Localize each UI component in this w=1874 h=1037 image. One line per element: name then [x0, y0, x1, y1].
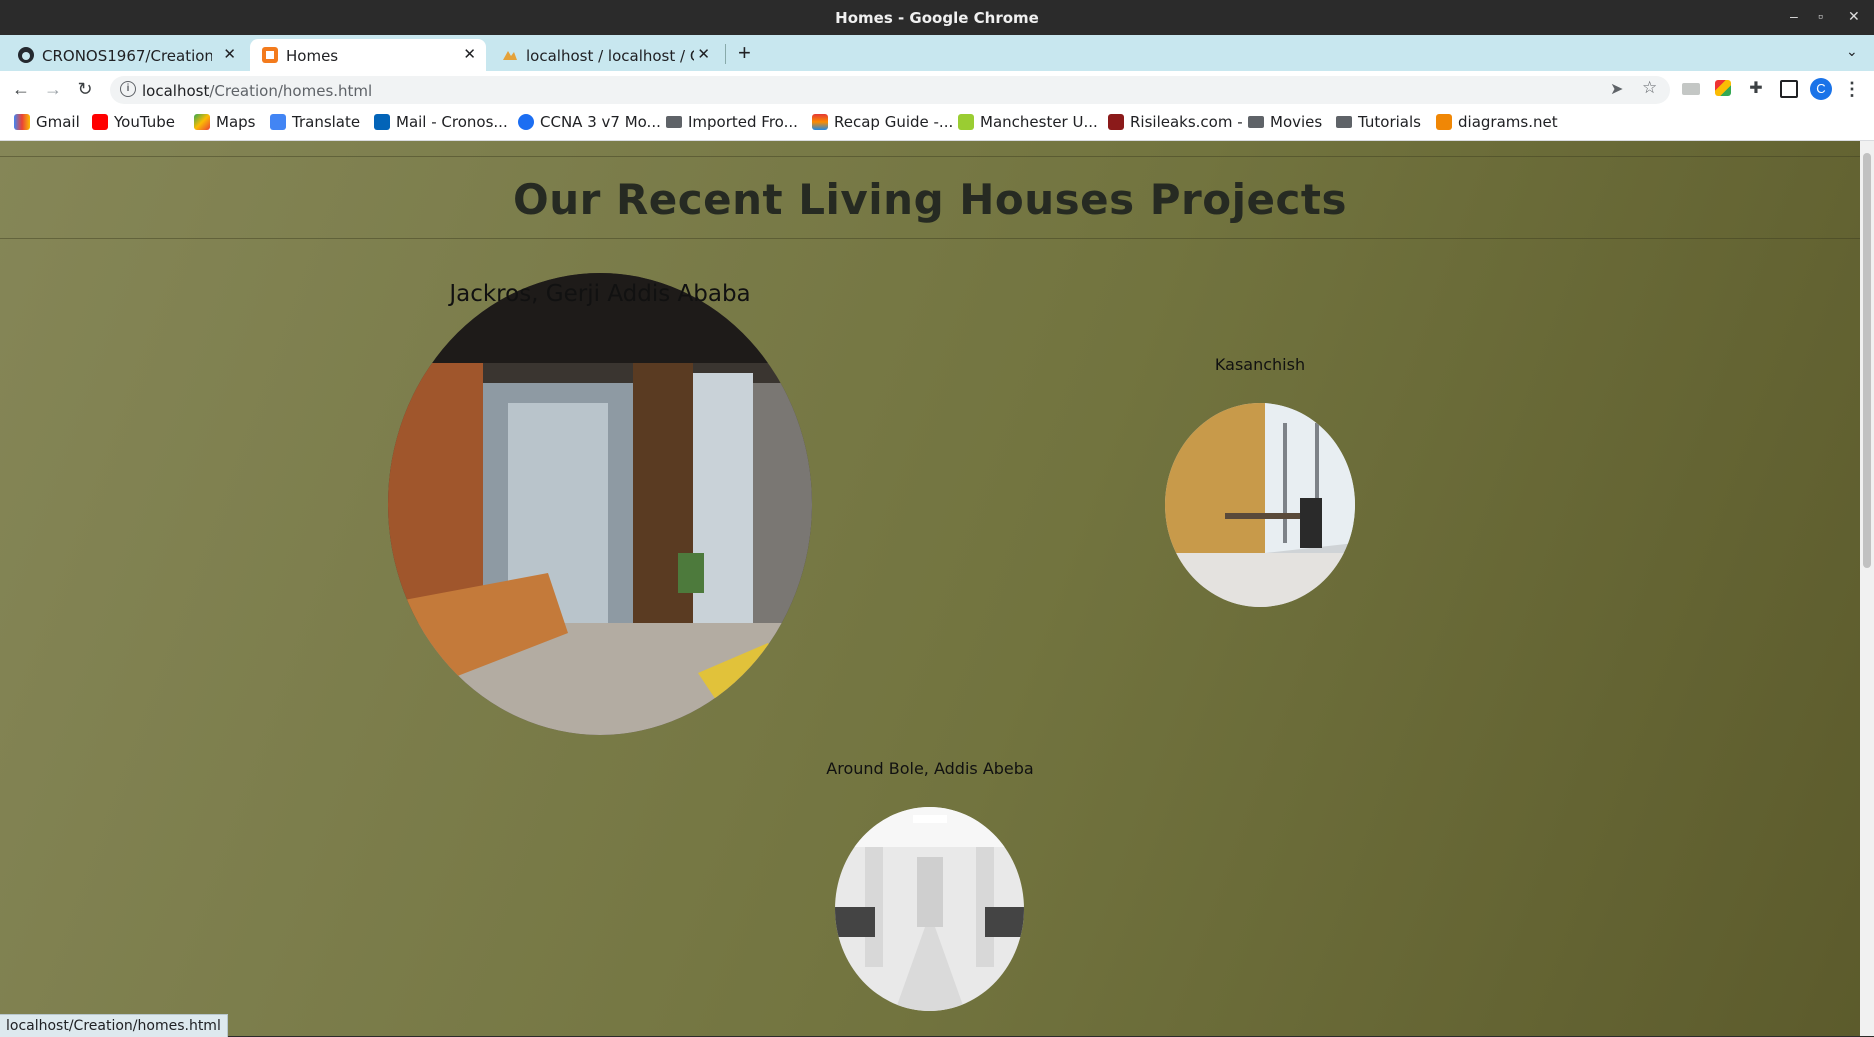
bookmarks-bar: Gmail YouTube Maps Translate Mail - Cron…: [0, 107, 1874, 141]
tab-close-icon[interactable]: ✕: [223, 45, 236, 63]
tab-github[interactable]: CRONOS1967/Creation: c ✕: [6, 39, 246, 71]
risileaks-icon: [1108, 114, 1124, 130]
bookmark-label: Movies: [1270, 113, 1323, 131]
extension-shield-icon[interactable]: [1715, 80, 1731, 96]
window-titlebar: Homes - Google Chrome – ▫ ✕: [0, 0, 1874, 35]
scrollbar-thumb[interactable]: [1863, 153, 1871, 568]
tab-close-icon[interactable]: ✕: [463, 45, 476, 63]
menu-kebab-icon[interactable]: ⋮: [1842, 79, 1862, 99]
office-interior-image: [388, 273, 812, 735]
tab-strip: CRONOS1967/Creation: c ✕ Homes ✕ localho…: [0, 35, 1874, 71]
page-heading: Our Recent Living Houses Projects: [513, 175, 1347, 224]
bookmark-manchester[interactable]: Manchester U...: [958, 113, 1098, 133]
bookmark-label: Tutorials: [1358, 113, 1421, 131]
tab-homes[interactable]: Homes ✕: [250, 39, 486, 71]
outlook-icon: [374, 114, 390, 130]
side-panel-icon[interactable]: [1780, 80, 1798, 98]
reload-icon[interactable]: ↻: [75, 79, 95, 99]
page-content: Our Recent Living Houses Projects Jackro…: [0, 141, 1860, 1036]
xampp-icon: [262, 47, 278, 63]
maps-icon: [194, 114, 210, 130]
send-tab-icon[interactable]: ➤: [1610, 79, 1623, 99]
new-tab-icon[interactable]: +: [738, 40, 751, 66]
bookmark-youtube[interactable]: YouTube: [92, 113, 175, 133]
bookmark-diagrams[interactable]: diagrams.net: [1436, 113, 1558, 133]
bookmark-maps[interactable]: Maps: [194, 113, 255, 133]
youtube-icon: [92, 114, 108, 130]
tab-phpmyadmin[interactable]: localhost / localhost / CO ✕: [490, 39, 720, 71]
back-icon[interactable]: ←: [11, 79, 31, 99]
divider: [0, 156, 1860, 157]
bookmark-translate[interactable]: Translate: [270, 113, 360, 133]
bookmark-tutorials[interactable]: Tutorials: [1336, 113, 1421, 133]
status-bubble: localhost/Creation/homes.html: [0, 1014, 228, 1037]
project-image-kasanchish[interactable]: [1165, 403, 1355, 607]
tab-search-icon[interactable]: ⌄: [1846, 43, 1858, 60]
forward-icon[interactable]: →: [43, 79, 63, 99]
tab-label: localhost / localhost / CO: [526, 47, 694, 65]
phpmyadmin-icon: [503, 51, 517, 60]
manchester-icon: [958, 114, 974, 130]
bookmark-label: Translate: [292, 113, 361, 131]
bookmark-label: Risileaks.com -: [1130, 113, 1243, 131]
folder-icon: [666, 116, 682, 128]
tab-label: Homes: [286, 47, 339, 65]
recap-icon: [812, 114, 828, 130]
bookmark-label: Imported Fro...: [688, 113, 798, 131]
divider: [0, 238, 1860, 239]
tab-label: CRONOS1967/Creation: c: [42, 47, 212, 65]
github-icon: [18, 47, 34, 63]
extension-icon[interactable]: [1682, 83, 1700, 95]
bookmark-label: Maps: [216, 113, 256, 131]
diagrams-icon: [1436, 114, 1452, 130]
gmail-icon: [14, 114, 30, 130]
bookmark-label: Gmail: [36, 113, 80, 131]
translate-icon: [270, 114, 286, 130]
bookmark-gmail[interactable]: Gmail: [14, 113, 80, 133]
url-host: localhost: [142, 82, 210, 100]
minimize-icon[interactable]: –: [1790, 8, 1798, 24]
bookmark-mail-cronos[interactable]: Mail - Cronos...: [374, 113, 508, 133]
folder-icon: [1336, 116, 1352, 128]
bookmark-label: Recap Guide -...: [834, 113, 954, 131]
tab-close-icon[interactable]: ✕: [697, 45, 710, 63]
profile-avatar[interactable]: C: [1810, 78, 1832, 100]
bookmark-label: CCNA 3 v7 Mo...: [540, 113, 661, 131]
bookmark-ccna[interactable]: CCNA 3 v7 Mo...: [518, 113, 661, 133]
address-bar[interactable]: i localhost/Creation/homes.html ➤ ☆: [110, 76, 1670, 104]
bookmark-label: YouTube: [114, 113, 175, 131]
office-interior-image: [1165, 403, 1355, 607]
office-interior-image: [835, 807, 1024, 1011]
project-title-bole: Around Bole, Addis Abeba: [826, 759, 1034, 778]
tab-divider: [725, 44, 726, 64]
bookmark-movies[interactable]: Movies: [1248, 113, 1322, 133]
site-info-icon[interactable]: i: [120, 81, 136, 97]
bookmark-label: Manchester U...: [980, 113, 1098, 131]
ccna-icon: [518, 114, 534, 130]
close-window-icon[interactable]: ✕: [1848, 8, 1860, 25]
window-title: Homes - Google Chrome: [835, 9, 1039, 27]
project-image-jackros[interactable]: [388, 273, 812, 735]
bookmark-risileaks[interactable]: Risileaks.com -: [1108, 113, 1243, 133]
address-url[interactable]: localhost/Creation/homes.html: [142, 82, 372, 100]
folder-icon: [1248, 116, 1264, 128]
bookmark-label: Mail - Cronos...: [396, 113, 508, 131]
project-image-bole[interactable]: [835, 807, 1024, 1011]
extensions-puzzle-icon[interactable]: ✚: [1746, 79, 1766, 99]
browser-toolbar: ← → ↻ i localhost/Creation/homes.html ➤ …: [0, 71, 1874, 107]
bookmark-star-icon[interactable]: ☆: [1642, 78, 1657, 98]
bookmark-recap-guide[interactable]: Recap Guide -...: [812, 113, 953, 133]
project-title-jackros: Jackros, Gerji Addis Ababa: [449, 281, 751, 307]
url-path: /Creation/homes.html: [209, 82, 373, 100]
project-title-kasanchish: Kasanchish: [1214, 355, 1306, 374]
page-scrollbar[interactable]: [1860, 141, 1874, 1036]
bookmark-imported[interactable]: Imported Fro...: [666, 113, 798, 133]
bookmark-label: diagrams.net: [1458, 113, 1558, 131]
restore-icon[interactable]: ▫: [1818, 8, 1823, 24]
